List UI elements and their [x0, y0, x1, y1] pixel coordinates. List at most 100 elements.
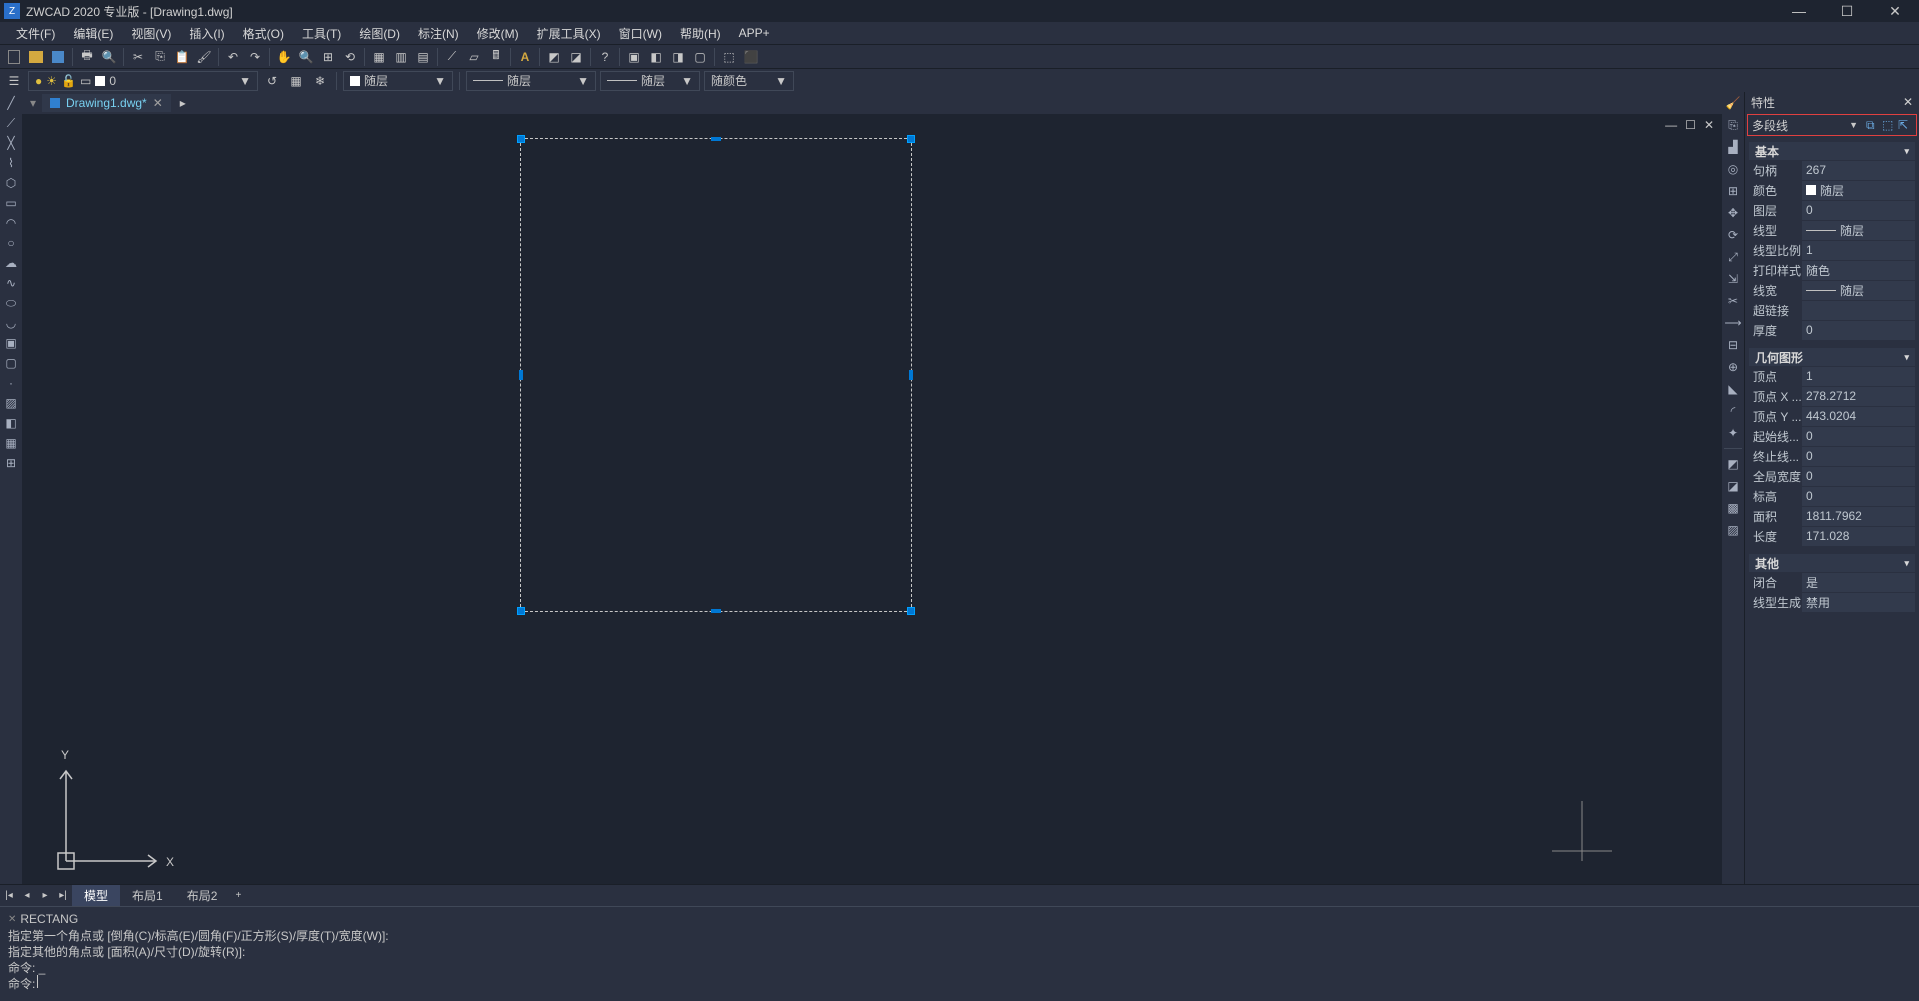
- maximize-button[interactable]: ☐: [1837, 3, 1857, 20]
- save-button[interactable]: [48, 47, 68, 67]
- preview-button[interactable]: 🔍: [99, 47, 119, 67]
- layout-last-button[interactable]: ▸|: [54, 890, 72, 901]
- offset-tool[interactable]: ◎: [1724, 160, 1742, 178]
- open-button[interactable]: [26, 47, 46, 67]
- gradient-tool[interactable]: ◧: [2, 414, 20, 432]
- area-button[interactable]: ▱: [464, 47, 484, 67]
- rectangle-tool[interactable]: ▭: [2, 194, 20, 212]
- copy-button[interactable]: ⎘: [150, 47, 170, 67]
- ray-tool[interactable]: ⟋: [2, 114, 20, 132]
- print-button[interactable]: 🖶: [77, 47, 97, 67]
- extra3-button[interactable]: ◨: [668, 47, 688, 67]
- selected-object-dropdown[interactable]: 多段线 ▼ ⧉ ⬚ ⇱: [1747, 114, 1917, 136]
- stretch-tool[interactable]: ⇲: [1724, 270, 1742, 288]
- menu-ext[interactable]: 扩展工具(X): [529, 23, 609, 44]
- cmd-close-icon[interactable]: ✕: [8, 914, 16, 925]
- layer-freeze-button[interactable]: ❄: [310, 71, 330, 91]
- layout-next-button[interactable]: ▸: [36, 890, 54, 901]
- model-tab[interactable]: 模型: [72, 885, 120, 906]
- layer-prev-button[interactable]: ↺: [262, 71, 282, 91]
- extra-tool-1[interactable]: ◩: [1724, 455, 1742, 473]
- tab-close-icon[interactable]: ✕: [153, 96, 163, 110]
- region-tool[interactable]: ▦: [2, 434, 20, 452]
- line-tool[interactable]: ╱: [2, 94, 20, 112]
- calc-button[interactable]: 🖩: [486, 47, 506, 67]
- command-prompt[interactable]: 命令:: [8, 975, 1911, 991]
- grip-handle[interactable]: [517, 135, 525, 143]
- layout-prev-button[interactable]: ◂: [18, 890, 36, 901]
- midpoint-grip[interactable]: [711, 137, 721, 141]
- extra-tool-4[interactable]: ▨: [1724, 521, 1742, 539]
- layout2-tab[interactable]: 布局2: [175, 885, 230, 906]
- array-tool[interactable]: ⊞: [1724, 182, 1742, 200]
- canvas-close-icon[interactable]: ✕: [1704, 118, 1714, 132]
- lineweight-dropdown[interactable]: 随层 ▼: [600, 71, 700, 91]
- zoom-win-button[interactable]: ⊞: [318, 47, 338, 67]
- layout-add-button[interactable]: +: [229, 890, 247, 901]
- new-button[interactable]: [4, 47, 24, 67]
- menu-help[interactable]: 帮助(H): [672, 23, 729, 44]
- menu-draw[interactable]: 绘图(D): [351, 23, 408, 44]
- grip-handle[interactable]: [907, 135, 915, 143]
- menu-file[interactable]: 文件(F): [8, 23, 63, 44]
- matchprop-button[interactable]: 🖌: [194, 47, 214, 67]
- explode-tool[interactable]: ✦: [1724, 424, 1742, 442]
- toggle-pickbox-icon[interactable]: ⇱: [1898, 118, 1912, 132]
- circle-tool[interactable]: ○: [2, 234, 20, 252]
- prop-section-head[interactable]: 几何图形 ▾: [1749, 348, 1915, 366]
- menu-modify[interactable]: 修改(M): [469, 23, 527, 44]
- menu-app[interactable]: APP+: [731, 24, 778, 42]
- arc-tool[interactable]: ◠: [2, 214, 20, 232]
- layer-dropdown[interactable]: ● ☀ 🔓 ▭ 0 ▼: [28, 71, 258, 91]
- table-tool[interactable]: ⊞: [2, 454, 20, 472]
- spline-tool[interactable]: ∿: [2, 274, 20, 292]
- move-tool[interactable]: ✥: [1724, 204, 1742, 222]
- pan-button[interactable]: ✋: [274, 47, 294, 67]
- rotate-tool[interactable]: ⟳: [1724, 226, 1742, 244]
- extra6-button[interactable]: ⬛: [741, 47, 761, 67]
- prop-section-head[interactable]: 其他 ▾: [1749, 554, 1915, 572]
- canvas-minimize-icon[interactable]: —: [1665, 118, 1677, 132]
- canvas-maximize-icon[interactable]: ☐: [1685, 118, 1696, 132]
- extra-tool-3[interactable]: ▩: [1724, 499, 1742, 517]
- menu-tools[interactable]: 工具(T): [294, 23, 349, 44]
- paste-button[interactable]: 📋: [172, 47, 192, 67]
- undo-button[interactable]: ↶: [223, 47, 243, 67]
- insert-button[interactable]: ◪: [566, 47, 586, 67]
- xline-tool[interactable]: ╳: [2, 134, 20, 152]
- select-objects-icon[interactable]: ⬚: [1882, 118, 1896, 132]
- quick-select-icon[interactable]: ⧉: [1866, 118, 1880, 132]
- copy-tool[interactable]: ⎘: [1724, 116, 1742, 134]
- layout-first-button[interactable]: |◂: [0, 890, 18, 901]
- make-block-tool[interactable]: ▢: [2, 354, 20, 372]
- extend-tool[interactable]: ⟶: [1724, 314, 1742, 332]
- designcenter-button[interactable]: ▥: [391, 47, 411, 67]
- layout1-tab[interactable]: 布局1: [120, 885, 175, 906]
- document-tab[interactable]: Drawing1.dwg* ✕: [42, 94, 171, 112]
- extra1-button[interactable]: ▣: [624, 47, 644, 67]
- menu-dim[interactable]: 标注(N): [410, 23, 467, 44]
- menu-window[interactable]: 窗口(W): [611, 23, 670, 44]
- revcloud-tool[interactable]: ☁: [2, 254, 20, 272]
- minimize-button[interactable]: —: [1789, 3, 1809, 20]
- menu-view[interactable]: 视图(V): [123, 23, 179, 44]
- erase-tool[interactable]: 🧹: [1724, 94, 1742, 112]
- pline-tool[interactable]: ⌇: [2, 154, 20, 172]
- layer-iso-button[interactable]: ▦: [286, 71, 306, 91]
- drawing-canvas[interactable]: — ☐ ✕: [22, 114, 1722, 884]
- hatch-tool[interactable]: ▨: [2, 394, 20, 412]
- ellipse-tool[interactable]: ⬭: [2, 294, 20, 312]
- plotstyle-dropdown[interactable]: 随颜色 ▼: [704, 71, 794, 91]
- midpoint-grip[interactable]: [909, 370, 913, 380]
- cut-button[interactable]: ✂: [128, 47, 148, 67]
- midpoint-grip[interactable]: [711, 609, 721, 613]
- scale-tool[interactable]: ⤢: [1724, 248, 1742, 266]
- fillet-tool[interactable]: ◜: [1724, 402, 1742, 420]
- mirror-tool[interactable]: ▟: [1724, 138, 1742, 156]
- extra-tool-2[interactable]: ◪: [1724, 477, 1742, 495]
- break-tool[interactable]: ⊟: [1724, 336, 1742, 354]
- tab-add-icon[interactable]: ▸: [173, 96, 193, 110]
- text-button[interactable]: A: [515, 47, 535, 67]
- extra5-button[interactable]: ⬚: [719, 47, 739, 67]
- color-dropdown[interactable]: 随层 ▼: [343, 71, 453, 91]
